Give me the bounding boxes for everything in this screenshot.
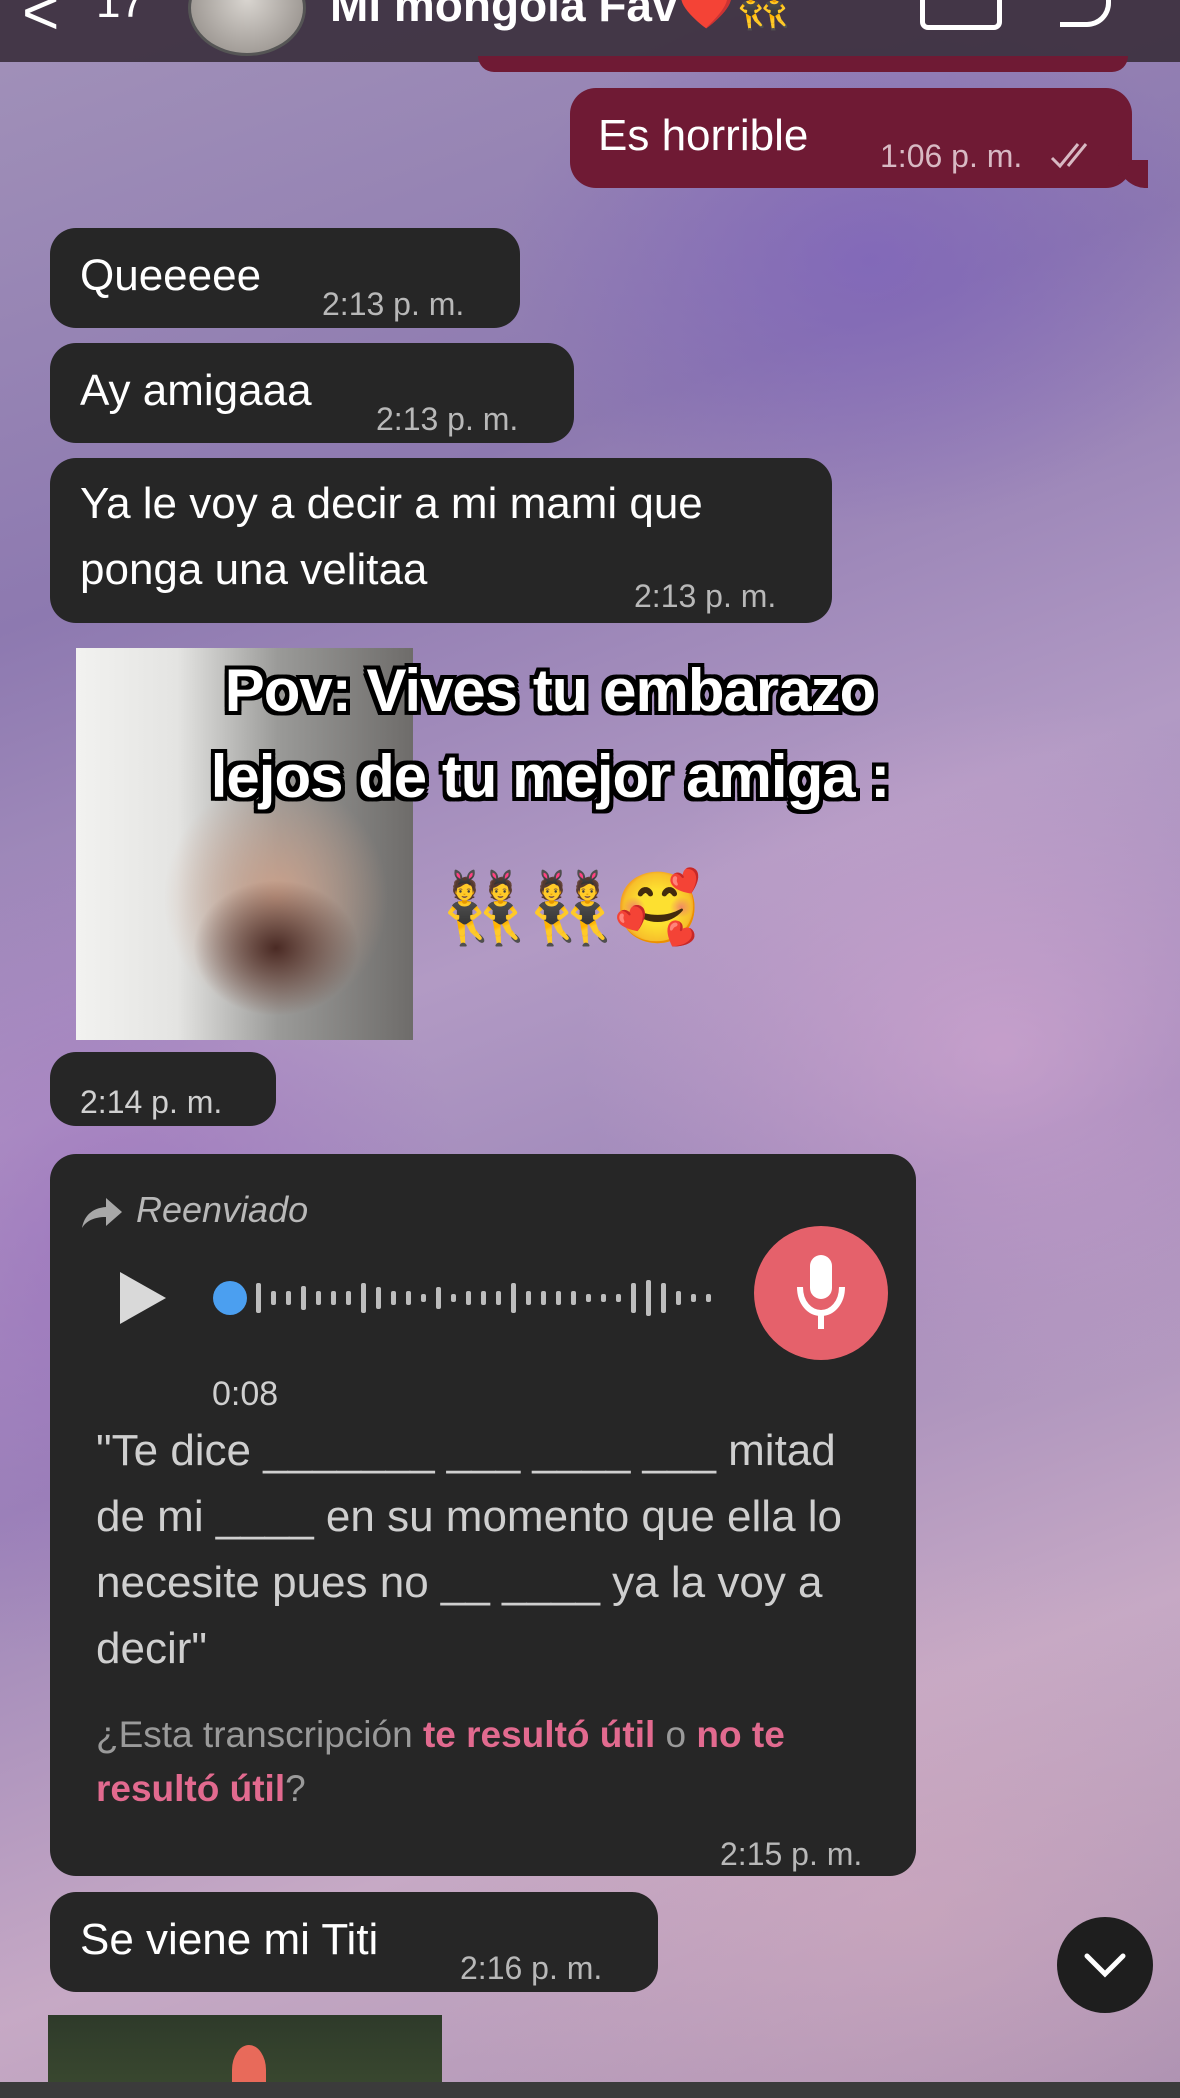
message-time: 2:13 p. m.: [322, 286, 465, 322]
feedback-prefix: ¿Esta transcripción: [96, 1714, 423, 1755]
caption-emojis: 👯👯🥰: [440, 869, 702, 947]
waveform-bar: [571, 1291, 576, 1305]
waveform-bar: [361, 1283, 366, 1313]
waveform-bar: [286, 1291, 291, 1305]
message-bubble-incoming[interactable]: Ya le voy a decir a mi mami que ponga un…: [50, 458, 832, 623]
waveform-bar: [406, 1291, 411, 1305]
feedback-or: o: [655, 1714, 697, 1755]
message-bubble-incoming[interactable]: Ay amigaaa 2:13 p. m.: [50, 343, 574, 443]
message-bubble-incoming[interactable]: Se viene mi Titi 2:16 p. m.: [50, 1892, 658, 1992]
waveform-bar: [691, 1294, 696, 1302]
waveform-bar: [451, 1294, 456, 1302]
back-icon[interactable]: <: [22, 0, 59, 44]
waveform-bar: [346, 1291, 351, 1305]
previous-message-bubble: [478, 56, 1128, 72]
waveform-bar: [661, 1283, 666, 1313]
waveform-bar: [526, 1291, 531, 1305]
read-receipt-icon: [1048, 126, 1100, 190]
bubble-tail: [1118, 160, 1148, 188]
scroll-to-bottom-button[interactable]: [1057, 1917, 1153, 2013]
waveform-bar: [556, 1291, 561, 1305]
bottom-bar: [0, 2082, 1180, 2098]
waveform-bar: [601, 1294, 606, 1302]
waveform-bar: [376, 1287, 381, 1309]
waveform-bar: [706, 1294, 711, 1302]
forward-icon: [80, 1184, 124, 1248]
transcribe-mic-button[interactable]: [754, 1226, 888, 1360]
chat-header: < 17 Mi mongola Fav❤️👯: [0, 0, 1180, 62]
voice-message-bubble[interactable]: Reenviado 0:08 "Te dice _______ ___ ____…: [50, 1154, 916, 1876]
message-time: 2:14 p. m.: [80, 1084, 223, 1120]
waveform-bar: [301, 1286, 306, 1310]
waveform-bar: [511, 1283, 516, 1313]
video-caption-line-1: Pov: Vives tu embarazo: [224, 657, 876, 724]
voice-transcript: "Te dice _______ ___ ____ ___ mitad de m…: [96, 1426, 843, 1673]
contact-name[interactable]: Mi mongola Fav❤️👯: [330, 0, 792, 33]
unread-count: 17: [96, 0, 145, 27]
waveform-bar: [496, 1291, 501, 1305]
waveform-bar: [466, 1291, 471, 1305]
message-time: 2:15 p. m.: [720, 1836, 863, 1872]
waveform-bar: [481, 1291, 486, 1305]
video-call-icon[interactable]: [920, 0, 1002, 30]
waveform-bar: [316, 1291, 321, 1305]
audio-duration: 0:08: [212, 1375, 279, 1413]
waveform-bar: [271, 1291, 276, 1305]
transcript-feedback: ¿Esta transcripción te resultó útil o no…: [96, 1708, 896, 1816]
chevron-down-icon: [1084, 1953, 1126, 1978]
message-bubble-incoming[interactable]: Queeeee 2:13 p. m.: [50, 228, 520, 328]
message-bubble-outgoing[interactable]: Es horrible 1:06 p. m.: [570, 88, 1132, 188]
message-text: Ay amigaaa: [80, 366, 312, 415]
waveform-bar: [586, 1294, 591, 1302]
waveform-bar: [421, 1294, 426, 1302]
feedback-useful-link[interactable]: te resultó útil: [423, 1714, 655, 1755]
feedback-suffix: ?: [285, 1768, 306, 1809]
media-time-badge: 2:14 p. m.: [50, 1052, 276, 1126]
phone-icon[interactable]: [1060, 0, 1111, 27]
waveform-bar: [616, 1294, 621, 1302]
waveform-bar: [391, 1291, 396, 1305]
message-time: 2:16 p. m.: [460, 1950, 603, 1986]
waveform-bar: [646, 1280, 651, 1316]
message-text-line-1: Ya le voy a decir a mi mami que: [80, 479, 703, 528]
audio-waveform[interactable]: [212, 1272, 742, 1324]
waveform-bar: [676, 1291, 681, 1305]
waveform-bar: [541, 1291, 546, 1305]
message-text: Es horrible: [598, 111, 809, 160]
forwarded-label: Reenviado: [136, 1189, 309, 1230]
microphone-icon: [797, 1255, 845, 1329]
waveform-bar: [256, 1283, 261, 1313]
message-text-line-2: ponga una velitaa: [80, 545, 428, 594]
message-time: 2:13 p. m.: [376, 401, 519, 437]
message-text: Se viene mi Titi: [80, 1915, 379, 1964]
waveform-bar: [631, 1283, 636, 1313]
message-time: 1:06 p. m.: [880, 138, 1023, 174]
message-text: Queeeee: [80, 251, 262, 300]
message-time: 2:13 p. m.: [634, 578, 777, 614]
waveform-bar: [331, 1291, 336, 1305]
waveform-bar: [436, 1287, 441, 1309]
video-caption-line-2: lejos de tu mejor amiga :: [210, 743, 891, 810]
play-icon[interactable]: [120, 1272, 166, 1324]
avatar[interactable]: [188, 0, 306, 56]
